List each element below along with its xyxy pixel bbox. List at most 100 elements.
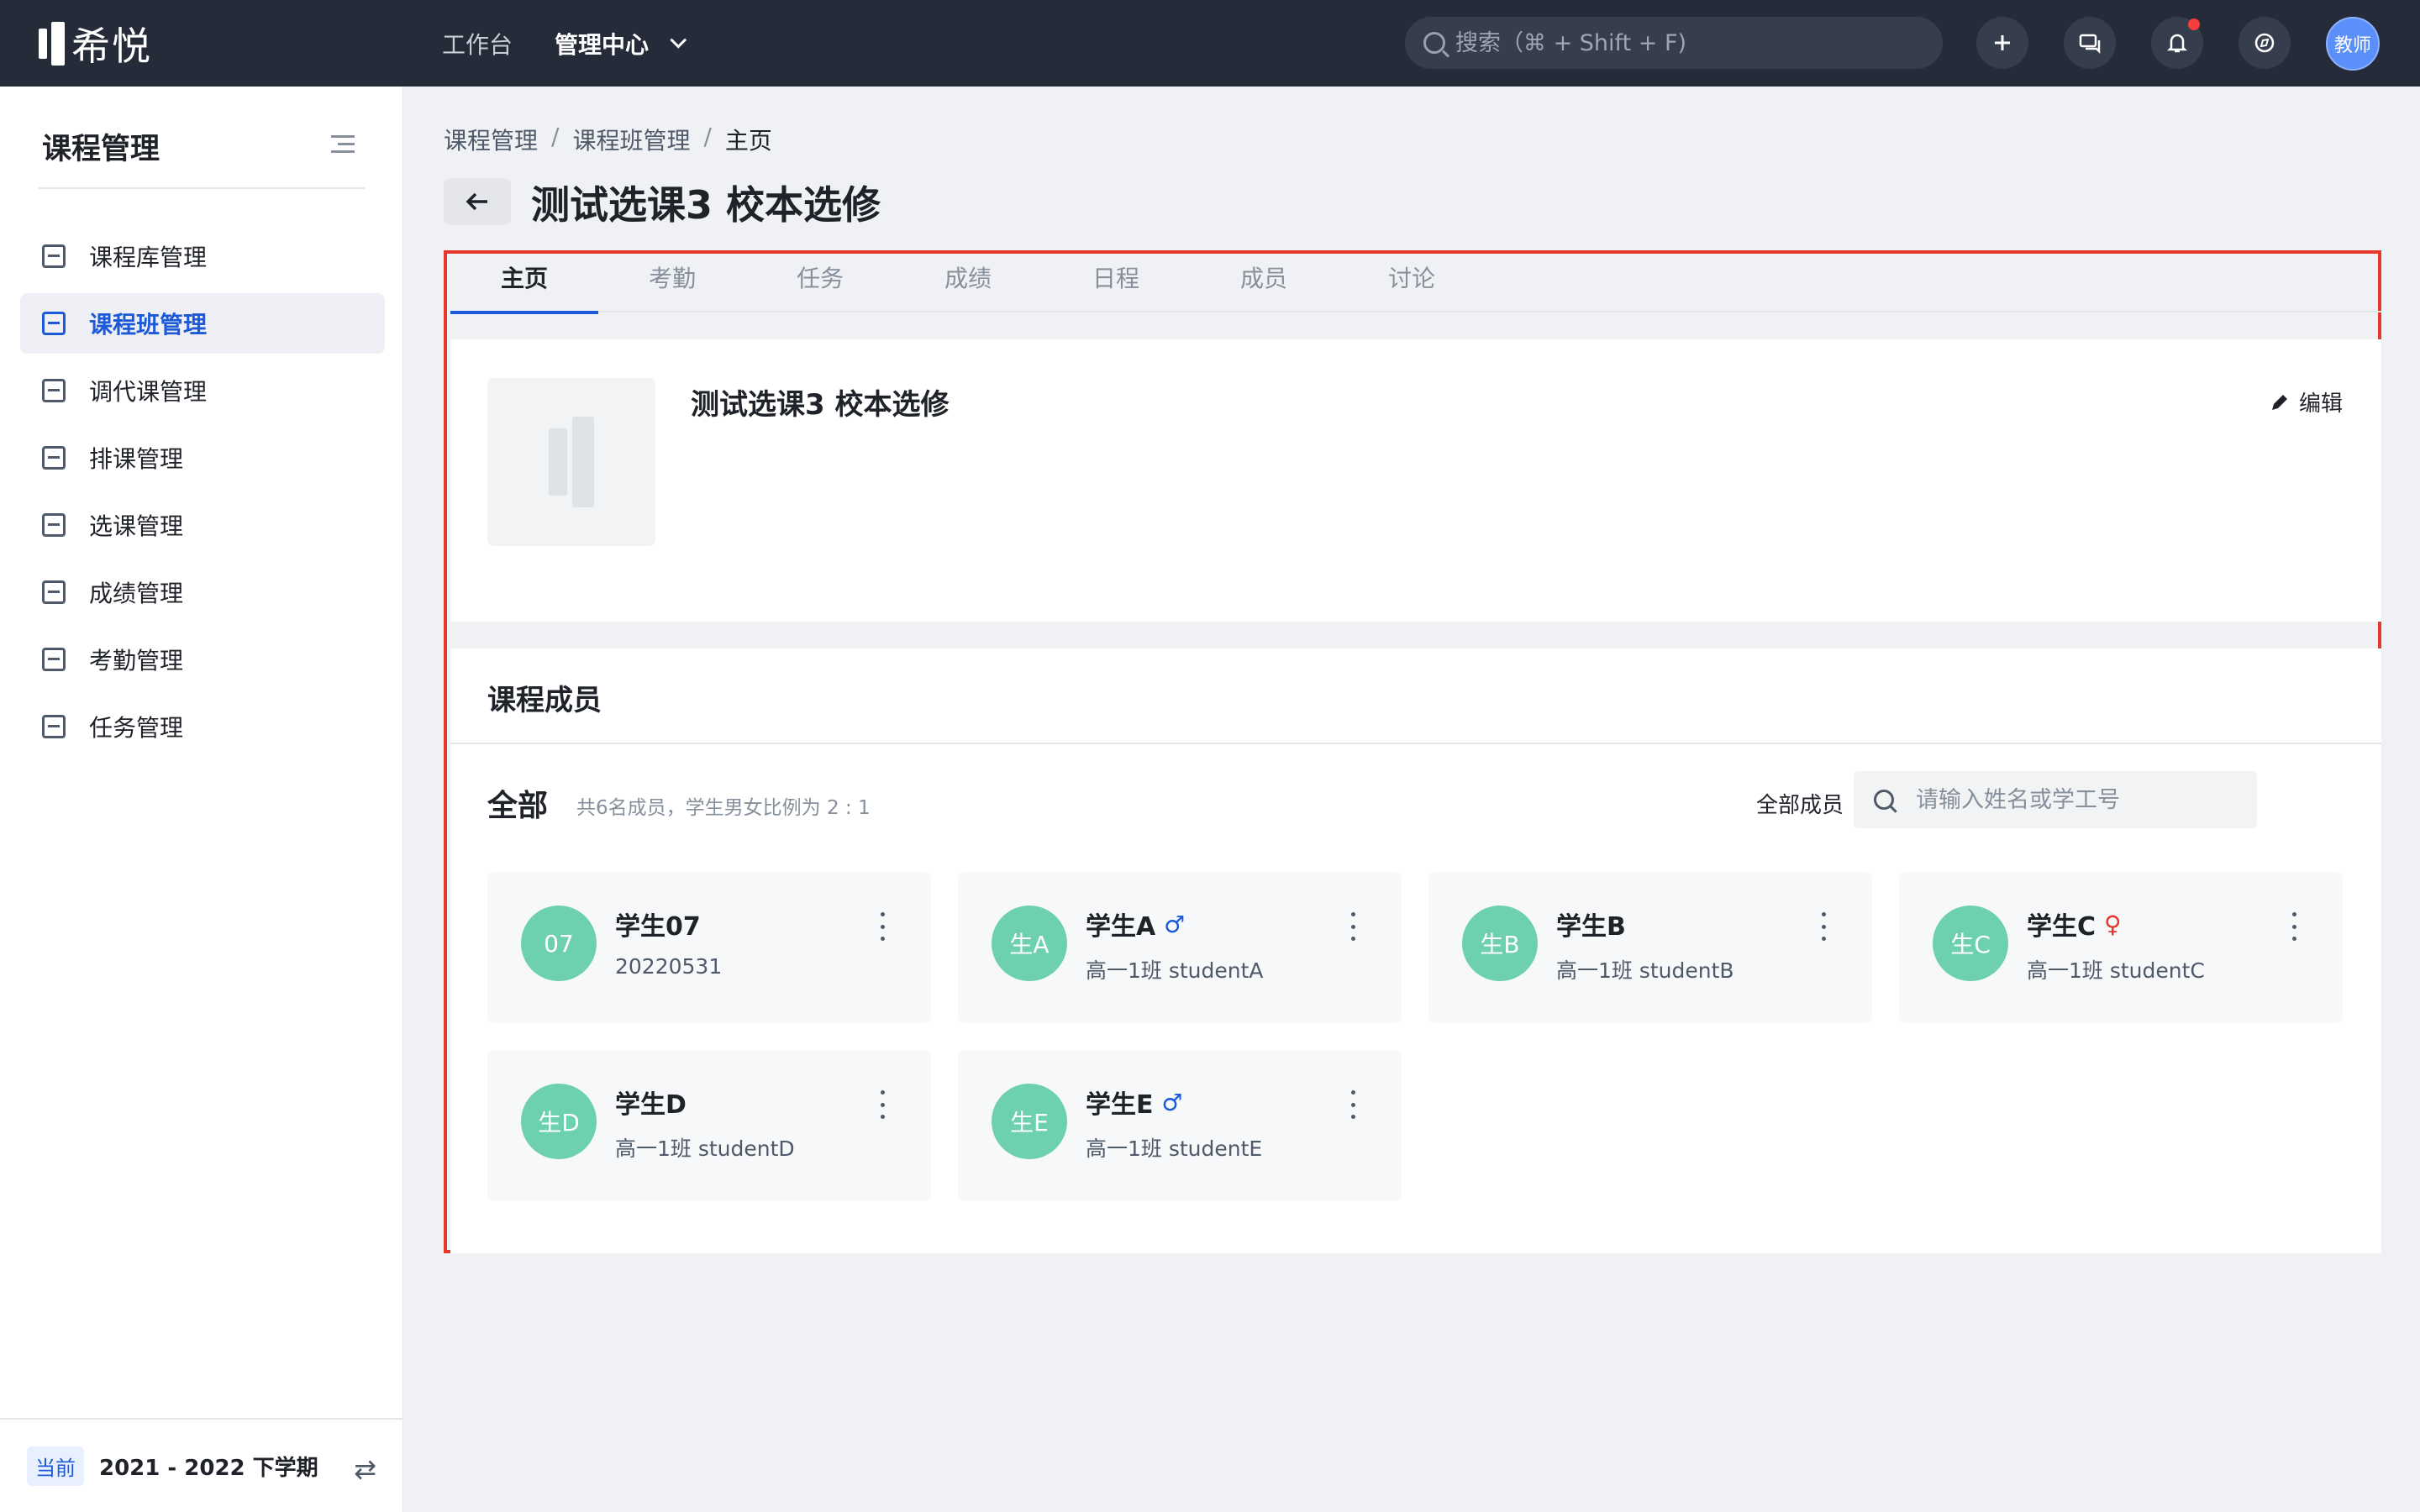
course-info-card: 测试选课3 校本选修 编辑 (450, 339, 2381, 622)
member-avatar: 生B (1462, 906, 1538, 981)
substitute-icon (42, 379, 66, 402)
sidebar-item-label: 调代课管理 (89, 378, 208, 406)
global-search[interactable] (1405, 17, 1943, 69)
member-search-input[interactable] (1916, 786, 2235, 813)
current-term: 2021 - 2022 下学期 (99, 1455, 318, 1481)
sidebar-item-selection[interactable]: 选课管理 (20, 495, 385, 555)
sidebar-item-course-library[interactable]: 课程库管理 (20, 226, 385, 286)
tab-schedule[interactable]: 日程 (1042, 254, 1190, 312)
sidebar-item-label: 排课管理 (89, 445, 184, 473)
sidebar-divider (39, 187, 365, 189)
member-card[interactable]: 生B 学生B 高一1班 studentB (1428, 872, 1872, 1023)
breadcrumb-separator: / (551, 123, 560, 150)
back-button[interactable] (444, 178, 511, 225)
sidebar-item-scheduling[interactable]: 排课管理 (20, 428, 385, 488)
notification-dot (2188, 18, 2200, 30)
tab-discussion[interactable]: 讨论 (1338, 254, 1486, 312)
more-vertical-icon[interactable] (1344, 912, 1361, 941)
plus-icon (1995, 35, 2010, 50)
member-info: 20220531 (615, 954, 723, 979)
course-members-card: 课程成员 全部 共6名成员，学生男女比例为 2 : 1 全部成员 07 学生07… (450, 648, 2381, 1253)
member-name-row: 学生D (615, 1084, 687, 1121)
global-search-input[interactable] (1455, 29, 1926, 56)
course-class-panel: 主页 考勤 任务 成绩 日程 成员 讨论 测试选课3 校本选修 编辑 课程成员 … (444, 250, 2381, 1253)
top-nav: 工作台 管理中心 (442, 0, 687, 87)
tab-grades[interactable]: 成绩 (894, 254, 1042, 312)
members-summary: 共6名成员，学生男女比例为 2 : 1 (576, 797, 871, 819)
sidebar-item-substitute[interactable]: 调代课管理 (20, 360, 385, 421)
more-vertical-icon[interactable] (2286, 912, 2302, 941)
sidebar-item-course-class[interactable]: 课程班管理 (20, 293, 385, 354)
sidebar-item-label: 选课管理 (89, 512, 184, 540)
sidebar-item-label: 任务管理 (89, 714, 184, 742)
member-info: 高一1班 studentE (1086, 1137, 1263, 1161)
member-info: 高一1班 studentB (1556, 958, 1734, 983)
member-card[interactable]: 生A 学生A ♂ 高一1班 studentA (958, 872, 1402, 1023)
app-logo[interactable]: 希悦 (39, 20, 152, 69)
member-info: 高一1班 studentA (1086, 958, 1264, 983)
checklist-icon (42, 513, 66, 537)
page-title: 测试选课3 校本选修 (531, 182, 881, 228)
breadcrumb-current: 主页 (724, 127, 772, 155)
grade-icon (42, 580, 66, 604)
sidebar-item-grades[interactable]: 成绩管理 (20, 562, 385, 622)
nav-workspace[interactable]: 工作台 (442, 27, 513, 60)
breadcrumb-course-management[interactable]: 课程管理 (444, 123, 538, 156)
compass-icon (2254, 33, 2275, 53)
member-card[interactable]: 生C 学生C ♀ 高一1班 studentC (1899, 872, 2343, 1023)
sidebar-menu: 课程库管理 课程班管理 调代课管理 排课管理 选课管理 成绩管理 考勤管理 任务… (20, 226, 385, 764)
apps-button[interactable] (2238, 17, 2291, 69)
task-list-icon (42, 715, 66, 738)
breadcrumb-course-class[interactable]: 课程班管理 (572, 123, 690, 156)
member-name: 学生C (2027, 912, 2096, 942)
member-info: 高一1班 studentC (2027, 958, 2205, 983)
breadcrumb-separator: / (703, 123, 712, 150)
calendar-check-icon (42, 648, 66, 671)
add-button[interactable] (1976, 17, 2028, 69)
search-icon (1874, 790, 1894, 810)
member-name: 学生07 (615, 912, 701, 942)
member-name: 学生B (1556, 912, 1626, 942)
tab-members[interactable]: 成员 (1190, 254, 1338, 312)
term-switcher[interactable]: 当前 2021 - 2022 下学期 ⇄ (0, 1418, 403, 1512)
more-vertical-icon[interactable] (1344, 1090, 1361, 1119)
tab-attendance[interactable]: 考勤 (598, 254, 746, 312)
edit-button[interactable]: 编辑 (2269, 386, 2343, 417)
chat-icon (2079, 34, 2101, 55)
breadcrumb: 课程管理 / 课程班管理 / 主页 (444, 123, 772, 156)
member-card[interactable]: 生D 学生D 高一1班 studentD (487, 1050, 931, 1201)
chevron-down-icon (670, 31, 687, 49)
tab-tasks[interactable]: 任务 (746, 254, 894, 312)
nav-admin-label: 管理中心 (555, 30, 650, 59)
messages-button[interactable] (2064, 17, 2116, 69)
male-icon: ♂ (1164, 910, 1186, 938)
course-cover-image (487, 378, 655, 546)
members-filter-all: 全部 (487, 789, 549, 823)
member-name-row: 学生A ♂ (1086, 906, 1185, 942)
more-vertical-icon[interactable] (874, 1090, 891, 1119)
sidebar-item-label: 考勤管理 (89, 647, 184, 675)
member-name-row: 学生07 (615, 906, 701, 942)
user-avatar[interactable]: 教师 (2326, 17, 2380, 71)
female-icon: ♀ (2104, 910, 2122, 938)
member-name: 学生E (1086, 1090, 1154, 1120)
sidebar-item-attendance[interactable]: 考勤管理 (20, 629, 385, 690)
more-vertical-icon[interactable] (1815, 912, 1832, 941)
member-card[interactable]: 07 学生07 20220531 (487, 872, 931, 1023)
member-card[interactable]: 生E 学生E ♂ 高一1班 studentE (958, 1050, 1402, 1201)
sidebar-item-tasks[interactable]: 任务管理 (20, 696, 385, 757)
collapse-sidebar-icon[interactable] (331, 135, 355, 154)
member-type-select[interactable]: 全部成员 (1756, 788, 1874, 819)
nav-admin-center[interactable]: 管理中心 (555, 27, 687, 60)
member-avatar: 生D (521, 1084, 597, 1159)
logo-mark-icon (39, 22, 65, 66)
member-name: 学生A (1086, 912, 1156, 942)
bell-icon (2166, 34, 2188, 53)
members-title: 课程成员 (487, 684, 602, 717)
more-vertical-icon[interactable] (874, 912, 891, 941)
pencil-icon (2271, 394, 2287, 410)
tab-home[interactable]: 主页 (450, 254, 598, 314)
swap-icon[interactable]: ⇄ (354, 1453, 376, 1485)
notifications-button[interactable] (2151, 17, 2203, 69)
member-search[interactable] (1854, 771, 2257, 828)
